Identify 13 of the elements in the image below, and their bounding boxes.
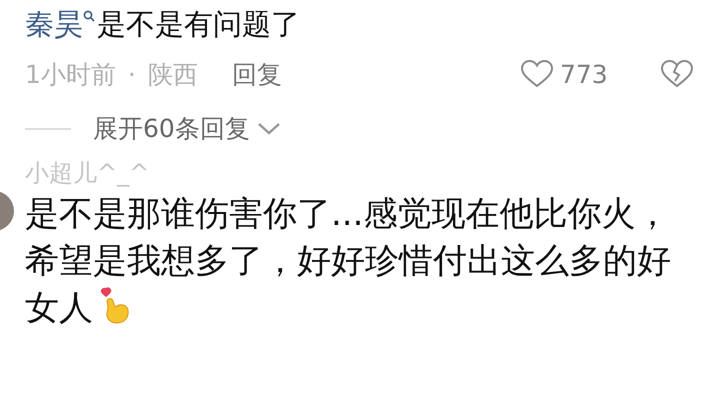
comment-time: 1小时前	[25, 58, 116, 90]
expand-replies-link[interactable]: 展开60条回复	[93, 112, 250, 145]
like-count: 773	[560, 60, 609, 88]
username[interactable]: 秦昊	[25, 4, 83, 44]
separator-dot: ·	[128, 60, 136, 88]
comment-location: 陕西	[148, 58, 198, 90]
heart-icon[interactable]	[520, 59, 554, 89]
reply-link[interactable]: 回复	[232, 58, 282, 90]
search-icon	[83, 10, 95, 22]
chevron-down-icon	[256, 120, 282, 136]
broken-heart-icon[interactable]	[660, 59, 694, 89]
comment-text: 是不是有问题了	[97, 6, 300, 43]
comment-text: 是不是那谁伤害你了...感觉现在他比你火，希望是我想多了，好好珍惜付出这么多的好女人	[25, 193, 672, 330]
